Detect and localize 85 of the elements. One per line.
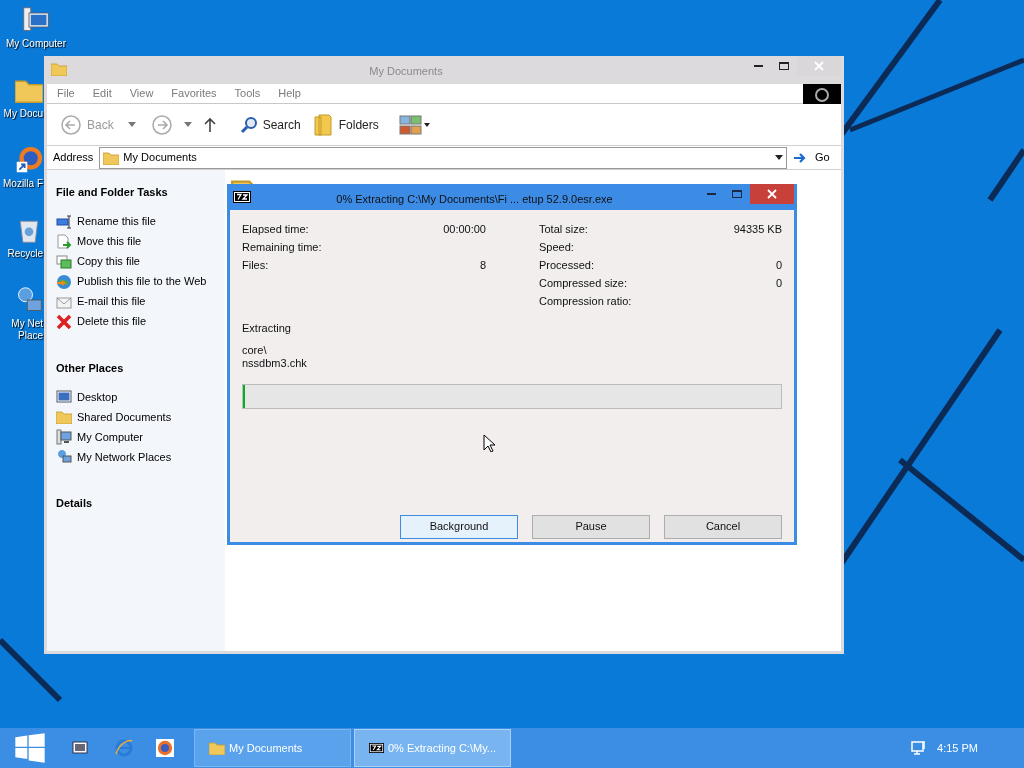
folder-icon (209, 741, 225, 755)
close-icon (767, 189, 777, 199)
stat-label: Elapsed time: (242, 221, 309, 237)
folder-icon (51, 62, 67, 76)
stat-label: Processed: (539, 257, 595, 273)
stat-value: 94335 KB (733, 221, 782, 237)
back-icon (61, 114, 81, 135)
globe-icon (56, 273, 72, 290)
busy-indicator (803, 84, 841, 106)
task-link[interactable]: E-mail this file (77, 293, 146, 310)
menu-item[interactable]: Edit (92, 85, 112, 102)
start-icon[interactable] (14, 732, 46, 764)
menu-item[interactable]: Tools (234, 85, 261, 102)
menu-item[interactable]: File (57, 85, 75, 102)
copy-icon (56, 253, 72, 270)
desktop-icon-label: My Computer (6, 38, 66, 50)
move-icon (56, 233, 72, 250)
stat-label: Speed: (539, 239, 574, 255)
computer-icon (56, 429, 72, 445)
task-link[interactable]: Copy this file (77, 253, 140, 270)
desktop-icon-label: Place (18, 330, 43, 342)
archive-icon (233, 191, 251, 203)
address-label: Address (52, 150, 95, 166)
arrow-icon (793, 151, 807, 164)
up-arrow-icon[interactable] (203, 116, 216, 133)
stat-value: 00:00:00 (443, 221, 486, 237)
close-icon (814, 61, 824, 71)
dropdown-icon[interactable] (127, 122, 136, 127)
dialog-button[interactable]: Pause (532, 514, 650, 539)
folder-icon (312, 112, 333, 137)
stat-value: 8 (479, 257, 486, 273)
extracting-label: Extracting (242, 321, 292, 336)
folder-icon (103, 150, 120, 165)
task-link[interactable]: Desktop (77, 388, 118, 406)
menu-item[interactable]: Favorites (171, 85, 217, 102)
desktop-icon-label: Mozilla F (3, 178, 43, 190)
file-path: core\ (242, 343, 268, 357)
window-title: 0% Extracting C:\My Documents\Fi ... etup 52.9.0esr.exe (335, 192, 614, 207)
task-link[interactable]: Delete this file (77, 313, 147, 330)
views-icon[interactable] (398, 114, 431, 135)
forward-icon[interactable] (151, 114, 172, 135)
address-field[interactable]: My Documents (99, 146, 787, 169)
task-link[interactable]: My Network Places (77, 448, 172, 466)
clock: 4:15 PM (937, 740, 978, 756)
dropdown-icon[interactable] (183, 122, 192, 127)
dialog-button[interactable]: Background (400, 514, 518, 539)
window-title: My Documents (368, 64, 444, 79)
stat-label: Files: (242, 257, 269, 273)
desktop-icon[interactable] (72, 740, 88, 756)
menu-item[interactable]: View (129, 85, 154, 102)
stat-label: Compressed size: (539, 275, 628, 291)
desktop-icon (56, 389, 72, 405)
stat-value: 0 (775, 257, 782, 273)
search-button[interactable]: Search (239, 115, 301, 134)
browser-icon[interactable] (156, 739, 174, 757)
search-icon (239, 115, 258, 134)
desktop-icon-label: Recycle (7, 248, 43, 260)
task-link[interactable]: My Computer (77, 428, 144, 446)
task-link[interactable]: Publish this file to the Web (77, 273, 207, 290)
desktop-icon-label: My Net (11, 318, 43, 330)
file-path: nssdbm3.chk (242, 356, 308, 370)
delete-icon (56, 313, 72, 330)
stat-label: Total size: (539, 221, 588, 237)
stat-label: Compression ratio: (539, 293, 632, 309)
desktop-icon-label: My Docu (3, 108, 43, 120)
folder-icon (56, 410, 72, 424)
task-link[interactable]: Rename this file (77, 213, 156, 230)
dialog-button[interactable]: Cancel (664, 514, 782, 539)
archive-icon (369, 742, 384, 754)
mouse-cursor-icon (483, 434, 495, 452)
menu-item[interactable]: Help (278, 85, 301, 102)
browser-icon[interactable] (15, 146, 43, 174)
computer-icon[interactable] (22, 6, 50, 34)
task-link[interactable]: Shared Documents (77, 408, 172, 426)
stat-value: 0 (775, 275, 782, 291)
task-link[interactable]: Move this file (77, 233, 142, 250)
folders-button[interactable]: Folders (312, 112, 379, 137)
stat-label: Remaining time: (242, 239, 322, 255)
pane-heading: Details (56, 496, 94, 511)
close-button[interactable] (750, 184, 794, 204)
rename-icon (56, 213, 72, 230)
dropdown-icon (775, 155, 783, 160)
pane-heading: Other Places (56, 360, 125, 376)
go-button[interactable]: Go (787, 149, 841, 166)
pane-heading: File and Folder Tasks (56, 185, 169, 200)
